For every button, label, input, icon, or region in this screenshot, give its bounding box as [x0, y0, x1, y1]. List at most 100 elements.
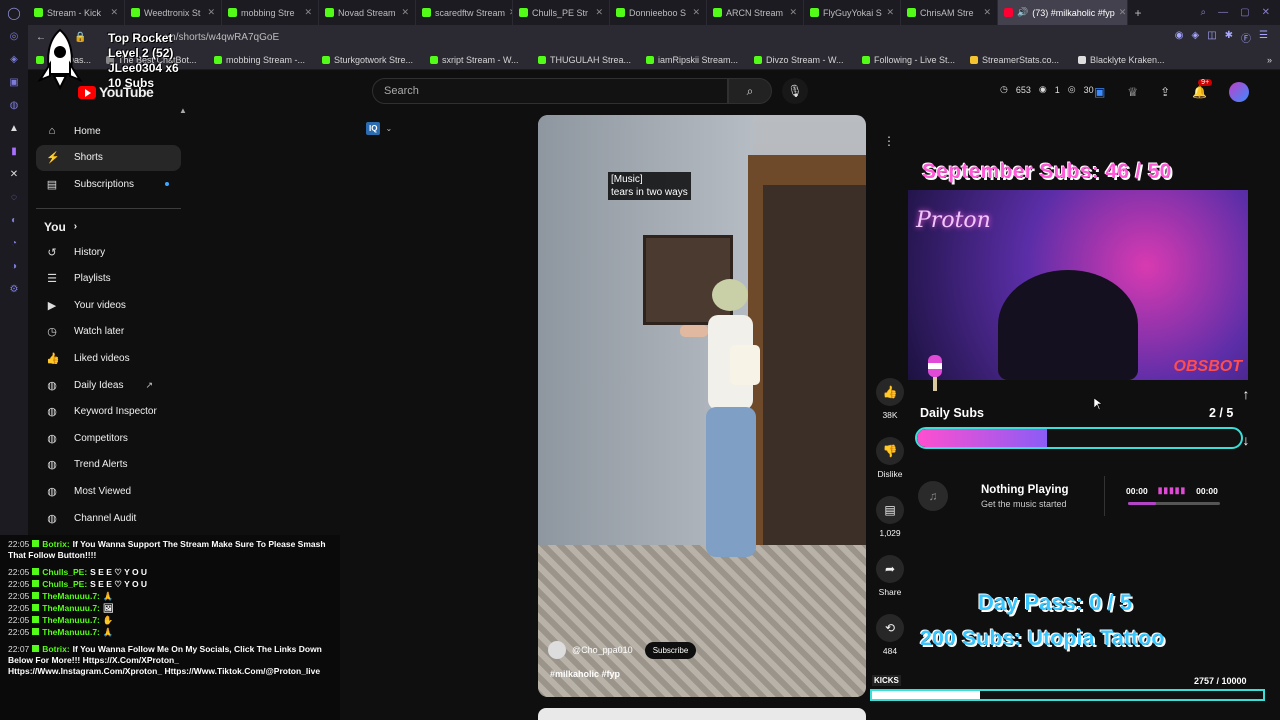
close-icon[interactable]: ✕ [886, 7, 894, 18]
menu-icon[interactable]: ☰ [1259, 30, 1268, 45]
tab-kick-stream[interactable]: Stream - Kick ✕ [28, 0, 125, 25]
bookmark-item[interactable]: Following - Live St... [854, 55, 962, 65]
september-subs-goal: September Subs: 46 / 50 [922, 160, 1172, 183]
notifications-button[interactable]: 🔔 9+ [1192, 79, 1213, 99]
search-input[interactable]: Search [372, 78, 728, 104]
bookmarks-overflow-icon[interactable]: » [1267, 55, 1280, 65]
dislike-button[interactable]: 👎 Dislike [873, 437, 907, 479]
caret-up-icon[interactable]: ▲ [179, 106, 187, 115]
remix-button[interactable]: ⟲ 484 [873, 614, 907, 656]
sidebar-item-keyword-inspector[interactable]: ◍ Keyword Inspector [36, 398, 181, 425]
voice-search-button[interactable]: 🎙 [782, 78, 808, 104]
tab-weedtronix[interactable]: Weedtronix St ✕ [125, 0, 222, 25]
tubebuddy-menu[interactable]: IQ ⌄ [366, 122, 392, 135]
tab-label: FlyGuyYokai S [823, 7, 882, 18]
tab-chrisam[interactable]: ChrisAM Stre ✕ [901, 0, 998, 25]
video-hashtags[interactable]: #milkaholic #fyp [550, 669, 620, 679]
x-icon[interactable]: ✕ [10, 169, 18, 180]
maximize-icon[interactable]: ▢ [1240, 7, 1249, 18]
comments-button[interactable]: ▤ 1,029 [873, 496, 907, 538]
search-tabs-icon[interactable]: ⌕ [1201, 7, 1207, 18]
tab-youtube-active[interactable]: 🔊 (73) #milkaholic #fyp ✕ [998, 0, 1128, 25]
close-icon[interactable]: ✕ [110, 7, 118, 18]
close-icon[interactable]: ✕ [595, 7, 603, 18]
sidebar-item-watch-later[interactable]: ◷ Watch later [36, 319, 181, 346]
bookmark-item[interactable]: mobbing Stream -... [206, 55, 314, 65]
extension-icon[interactable]: ◉ [1175, 30, 1184, 45]
sidebar-app-icon[interactable]: ◔ [11, 238, 17, 249]
channel-name[interactable]: @Cho_ppa010 [572, 645, 633, 655]
kick-sidebar-icon[interactable]: ▲ [9, 123, 19, 134]
bookmark-item[interactable]: Sturkgotwork Stre... [314, 55, 422, 65]
sidebar-item-playlists[interactable]: ☰ Playlists [36, 265, 181, 292]
sidebar-item-most-viewed[interactable]: ◍ Most Viewed [36, 478, 181, 505]
next-short-button[interactable]: ↓ [1236, 432, 1256, 452]
subscribe-button[interactable]: Subscribe [644, 641, 697, 659]
close-window-icon[interactable]: ✕ [1262, 7, 1270, 18]
close-icon[interactable]: ✕ [1119, 7, 1127, 18]
like-button[interactable]: 👍 38K [873, 378, 907, 420]
sidebar-app-icon[interactable]: ◍ [10, 100, 19, 111]
new-tab-button[interactable]: + [1128, 6, 1148, 20]
search-button[interactable]: ⌕ [728, 78, 772, 104]
sidebar-item-your-videos[interactable]: ▶ Your videos [36, 292, 181, 319]
bookmark-item[interactable]: Blacklyte Kraken... [1070, 55, 1178, 65]
channel-avatar[interactable] [548, 641, 566, 659]
sidebar-item-shorts[interactable]: ⚡ Shorts [36, 144, 181, 172]
bookmark-item[interactable]: Divzo Stream - W... [746, 55, 854, 65]
upload-icon[interactable]: ⇪ [1160, 85, 1170, 99]
close-icon[interactable]: ✕ [983, 7, 991, 18]
bookmark-label: sxript Stream - W... [442, 54, 519, 65]
sidebar-item-trend-alerts[interactable]: ◍ Trend Alerts [36, 452, 181, 479]
speaker-icon[interactable]: 🔊 [1017, 7, 1028, 18]
bookmark-item[interactable]: sxript Stream - W... [422, 55, 530, 65]
tab-flyguyyokai[interactable]: FlyGuyYokai S ✕ [804, 0, 901, 25]
sidebar-item-history[interactable]: ↺ History [36, 239, 181, 266]
close-icon[interactable]: ✕ [304, 7, 312, 18]
minimize-icon[interactable]: — [1218, 7, 1228, 18]
sidebar-item-competitors[interactable]: ◍ Competitors [36, 425, 181, 452]
close-icon[interactable]: ✕ [401, 7, 409, 18]
extension-icon[interactable]: ◈ [1191, 30, 1199, 45]
sidebar-item-home[interactable]: ⌂ Home [36, 118, 181, 145]
music-note-icon: ♫ [918, 481, 948, 511]
extension-icon[interactable]: ◫ [1207, 30, 1216, 45]
tab-scaredftw[interactable]: scaredftw Stream✕ [416, 0, 513, 25]
twitch-icon[interactable]: ▮ [11, 146, 17, 157]
tab-arcn[interactable]: ARCN Stream ✕ [707, 0, 804, 25]
tab-chulls[interactable]: Chulls_PE Str ✕ [513, 0, 610, 25]
sidebar-app-icon[interactable]: ◎ [10, 31, 19, 42]
bookmark-item[interactable]: THUGULAH Strea... [530, 55, 638, 65]
sidebar-item-liked-videos[interactable]: 👍 Liked videos [36, 345, 181, 372]
previous-short-button[interactable]: ↑ [1236, 386, 1256, 406]
sidebar-item-channel-audit[interactable]: ◍ Channel Audit [36, 505, 181, 532]
more-options-icon[interactable]: ⋮ [883, 134, 895, 148]
tab-donnieeboo[interactable]: Donnieeboo S ✕ [610, 0, 707, 25]
tab-mobbing[interactable]: mobbing Stre ✕ [222, 0, 319, 25]
share-button[interactable]: ➦ Share [873, 555, 907, 597]
youtube-logo[interactable]: YouTube [78, 84, 154, 100]
next-short-preview[interactable] [538, 708, 866, 720]
sidebar-you-header[interactable]: You › [36, 215, 181, 239]
sidebar-app-icon[interactable]: ◈ [10, 54, 18, 65]
trophy-icon[interactable]: ♕ [1127, 85, 1138, 99]
puzzle-icon[interactable]: ✱ [1225, 30, 1233, 45]
close-icon[interactable]: ✕ [207, 7, 215, 18]
sidebar-app-icon[interactable]: ◑ [11, 261, 17, 272]
bookmark-item[interactable]: iamRipskii Stream... [638, 55, 746, 65]
bookmark-item[interactable]: StreamerStats.co... [962, 55, 1070, 65]
tubebuddy-icon[interactable]: ▣ [1094, 85, 1105, 99]
sidebar-app-icon[interactable]: ◐ [11, 215, 17, 226]
settings-icon[interactable]: ⚙ [10, 284, 19, 295]
close-icon[interactable]: ✕ [789, 7, 797, 18]
profile-icon[interactable]: Ⓕ [1241, 30, 1251, 45]
sidebar-app-icon[interactable]: ▣ [9, 77, 18, 88]
browser-logo-icon[interactable]: ◯ [0, 6, 28, 20]
sidebar-item-daily-ideas[interactable]: ◍ Daily Ideas ↗ [36, 372, 181, 399]
sidebar-app-icon[interactable]: ◌ [11, 192, 17, 203]
tab-novad[interactable]: Novad Stream ✕ [319, 0, 416, 25]
avatar[interactable] [1229, 82, 1250, 102]
shorts-video-player[interactable]: [Music] tears in two ways @Cho_ppa010 Su… [538, 115, 866, 697]
close-icon[interactable]: ✕ [692, 7, 700, 18]
sidebar-item-subscriptions[interactable]: ▤ Subscriptions [36, 171, 181, 198]
